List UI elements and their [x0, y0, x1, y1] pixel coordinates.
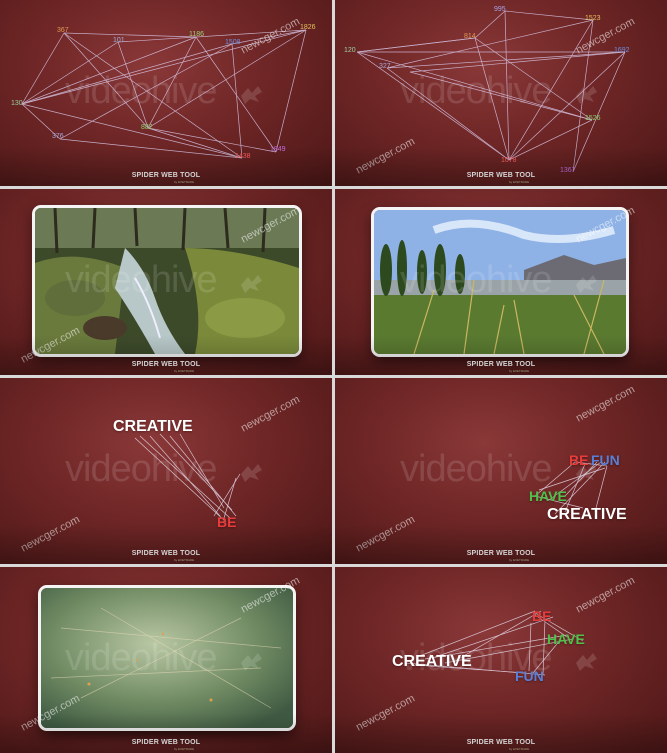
node-label: 1438: [235, 153, 251, 160]
byline: by EXETRADE: [174, 747, 195, 751]
node-label: 327: [379, 63, 391, 70]
word-fun: FUN: [591, 452, 620, 468]
panel-words-3: videohive BE HAVE CREATIVE FUN newcger.c…: [335, 567, 667, 753]
node-label: 814: [464, 33, 476, 40]
word-creative: CREATIVE: [113, 418, 193, 435]
word-be: BE: [569, 452, 589, 468]
byline: by EXETRADE: [174, 369, 195, 373]
node-label: 1078: [501, 157, 517, 164]
byline: by EXETRADE: [174, 180, 195, 184]
videohive-logo-icon: [241, 653, 262, 671]
word-fun: FUN: [515, 668, 544, 684]
byline: by EXETRADE: [509, 180, 530, 184]
node-label: 1849: [270, 146, 286, 153]
node-label: 130: [11, 100, 23, 107]
byline: by EXETRADE: [509, 747, 530, 751]
product-title: SPIDER WEB TOOL: [466, 739, 536, 746]
node-label: 1523: [585, 15, 601, 22]
word-be: BE: [532, 608, 552, 624]
node-label: 1186: [189, 31, 205, 38]
videohive-logo-icon: [241, 275, 262, 293]
node-label: 995: [494, 6, 506, 13]
node-label: 1526: [585, 115, 601, 122]
product-title: SPIDER WEB TOOL: [131, 550, 201, 557]
product-title: SPIDER WEB TOOL: [466, 550, 536, 557]
preview-grid: videohive 367 101 1186 1508 1826 130 376: [0, 0, 667, 753]
product-title: SPIDER WEB TOOL: [466, 172, 536, 179]
panel-numbers-2: videohive 995 814 1523 120 1692 327 1526…: [335, 0, 667, 186]
videohive-watermark: videohive: [400, 259, 553, 301]
word-be: BE: [217, 514, 237, 530]
panel-words-1: videohive CREATIVE BE newcger.com newcge…: [0, 378, 332, 564]
node-label: 376: [52, 133, 64, 140]
product-title: SPIDER WEB TOOL: [466, 361, 536, 368]
panel-photo-underwater: videohive newcger.com newcger.com SPIDER…: [0, 567, 332, 753]
word-have: HAVE: [529, 488, 567, 504]
node-label: 367: [57, 27, 69, 34]
panel-photo-lake: videohive newcger.com SPIDER WEB TOOL by…: [335, 189, 667, 375]
word-creative: CREATIVE: [392, 653, 472, 670]
byline: by EXETRADE: [174, 558, 195, 562]
word-have: HAVE: [547, 631, 585, 647]
videohive-logo-icon: [576, 275, 597, 293]
node-label: 1826: [300, 24, 316, 31]
node-label: 1692: [614, 47, 630, 54]
product-title: SPIDER WEB TOOL: [131, 739, 201, 746]
videohive-watermark: videohive: [65, 637, 218, 679]
panel-photo-forest: videohive newcger.com newcger.com SPIDER…: [0, 189, 332, 375]
videohive-watermark: videohive: [65, 259, 218, 301]
node-label: 101: [113, 37, 125, 44]
node-label: 120: [344, 47, 356, 54]
byline: by EXETRADE: [509, 369, 530, 373]
node-label: 882: [141, 124, 153, 131]
byline: by EXETRADE: [509, 558, 530, 562]
word-creative: CREATIVE: [547, 506, 627, 523]
panel-numbers-1: videohive 367 101 1186 1508 1826 130 376: [0, 0, 332, 186]
product-title: SPIDER WEB TOOL: [131, 172, 201, 179]
panel-words-2: videohive BE FUN HAVE CREATIVE newcger.c…: [335, 378, 667, 564]
product-title: SPIDER WEB TOOL: [131, 361, 201, 368]
